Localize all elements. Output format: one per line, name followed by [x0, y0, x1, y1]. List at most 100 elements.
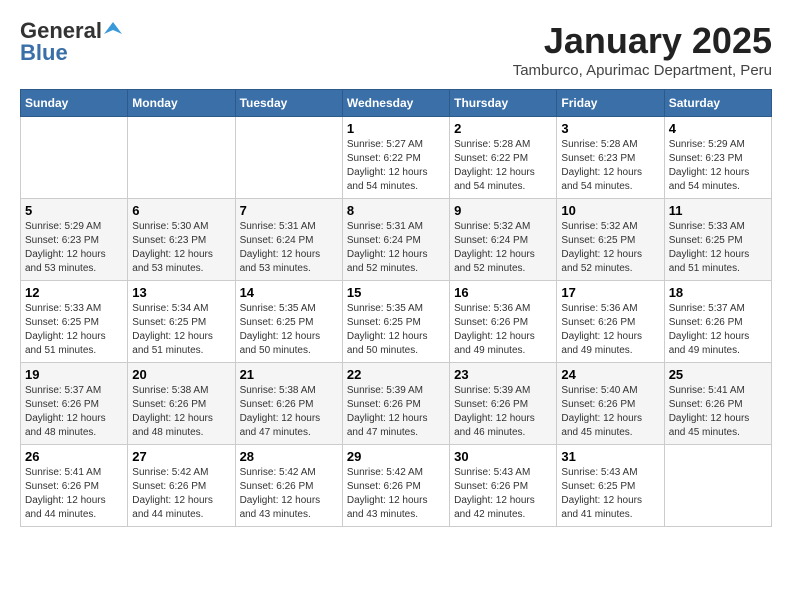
day-number: 15: [347, 285, 445, 300]
day-number: 4: [669, 121, 767, 136]
day-number: 13: [132, 285, 230, 300]
day-number: 18: [669, 285, 767, 300]
day-number: 29: [347, 449, 445, 464]
col-friday: Friday: [557, 90, 664, 117]
day-number: 31: [561, 449, 659, 464]
col-tuesday: Tuesday: [235, 90, 342, 117]
calendar-week-row: 26 Sunrise: 5:41 AM Sunset: 6:26 PM Dayli…: [21, 445, 772, 527]
day-number: 12: [25, 285, 123, 300]
calendar-week-row: 5 Sunrise: 5:29 AM Sunset: 6:23 PM Daylig…: [21, 199, 772, 281]
day-info: Sunrise: 5:37 AM Sunset: 6:26 PM Dayligh…: [25, 384, 123, 440]
day-info: Sunrise: 5:42 AM Sunset: 6:26 PM Dayligh…: [347, 466, 445, 522]
logo-bird-icon: [104, 20, 122, 38]
table-row: 5 Sunrise: 5:29 AM Sunset: 6:23 PM Daylig…: [21, 199, 128, 281]
day-number: 11: [669, 203, 767, 218]
day-info: Sunrise: 5:29 AM Sunset: 6:23 PM Dayligh…: [25, 220, 123, 276]
day-info: Sunrise: 5:42 AM Sunset: 6:26 PM Dayligh…: [240, 466, 338, 522]
table-row: 8 Sunrise: 5:31 AM Sunset: 6:24 PM Daylig…: [342, 199, 449, 281]
calendar-week-row: 19 Sunrise: 5:37 AM Sunset: 6:26 PM Dayli…: [21, 363, 772, 445]
table-row: 1Sunrise: 5:27 AM Sunset: 6:22 PM Daylig…: [342, 117, 449, 199]
table-row: 19 Sunrise: 5:37 AM Sunset: 6:26 PM Dayli…: [21, 363, 128, 445]
table-row: 3 Sunrise: 5:28 AM Sunset: 6:23 PM Daylig…: [557, 117, 664, 199]
col-monday: Monday: [128, 90, 235, 117]
table-row: 12Sunrise: 5:33 AM Sunset: 6:25 PM Dayli…: [21, 281, 128, 363]
day-number: 23: [454, 367, 552, 382]
day-number: 16: [454, 285, 552, 300]
day-info: Sunrise: 5:31 AM Sunset: 6:24 PM Dayligh…: [347, 220, 445, 276]
col-sunday: Sunday: [21, 90, 128, 117]
day-number: 14: [240, 285, 338, 300]
logo-blue-text: Blue: [20, 42, 122, 64]
table-row: 23 Sunrise: 5:39 AM Sunset: 6:26 PM Dayli…: [450, 363, 557, 445]
day-info: Sunrise: 5:35 AM Sunset: 6:25 PM Dayligh…: [347, 302, 445, 358]
table-row: 13 Sunrise: 5:34 AM Sunset: 6:25 PM Dayli…: [128, 281, 235, 363]
day-info: Sunrise: 5:28 AM Sunset: 6:23 PM Dayligh…: [561, 138, 659, 194]
day-info: Sunrise: 5:32 AM Sunset: 6:25 PM Dayligh…: [561, 220, 659, 276]
day-number: 2: [454, 121, 552, 136]
day-info: Sunrise: 5:27 AM Sunset: 6:22 PM Dayligh…: [347, 138, 445, 194]
day-number: 21: [240, 367, 338, 382]
day-number: 22: [347, 367, 445, 382]
day-info: Sunrise: 5:34 AM Sunset: 6:25 PM Dayligh…: [132, 302, 230, 358]
table-row: 27 Sunrise: 5:42 AM Sunset: 6:26 PM Dayli…: [128, 445, 235, 527]
day-number: 5: [25, 203, 123, 218]
day-info: Sunrise: 5:43 AM Sunset: 6:26 PM Dayligh…: [454, 466, 552, 522]
day-info: Sunrise: 5:32 AM Sunset: 6:24 PM Dayligh…: [454, 220, 552, 276]
day-info: Sunrise: 5:41 AM Sunset: 6:26 PM Dayligh…: [669, 384, 767, 440]
table-row: 16 Sunrise: 5:36 AM Sunset: 6:26 PM Dayli…: [450, 281, 557, 363]
day-number: 19: [25, 367, 123, 382]
day-info: Sunrise: 5:39 AM Sunset: 6:26 PM Dayligh…: [347, 384, 445, 440]
calendar-week-row: 12Sunrise: 5:33 AM Sunset: 6:25 PM Dayli…: [21, 281, 772, 363]
day-number: 20: [132, 367, 230, 382]
table-row: 15 Sunrise: 5:35 AM Sunset: 6:25 PM Dayli…: [342, 281, 449, 363]
logo: General Blue: [20, 20, 122, 64]
day-number: 9: [454, 203, 552, 218]
day-info: Sunrise: 5:28 AM Sunset: 6:22 PM Dayligh…: [454, 138, 552, 194]
table-row: 7 Sunrise: 5:31 AM Sunset: 6:24 PM Daylig…: [235, 199, 342, 281]
day-info: Sunrise: 5:31 AM Sunset: 6:24 PM Dayligh…: [240, 220, 338, 276]
table-row: 11 Sunrise: 5:33 AM Sunset: 6:25 PM Dayli…: [664, 199, 771, 281]
day-info: Sunrise: 5:41 AM Sunset: 6:26 PM Dayligh…: [25, 466, 123, 522]
day-number: 10: [561, 203, 659, 218]
day-info: Sunrise: 5:38 AM Sunset: 6:26 PM Dayligh…: [132, 384, 230, 440]
table-row: 28 Sunrise: 5:42 AM Sunset: 6:26 PM Dayli…: [235, 445, 342, 527]
day-info: Sunrise: 5:29 AM Sunset: 6:23 PM Dayligh…: [669, 138, 767, 194]
table-row: 25 Sunrise: 5:41 AM Sunset: 6:26 PM Dayli…: [664, 363, 771, 445]
day-number: 7: [240, 203, 338, 218]
day-number: 24: [561, 367, 659, 382]
table-row: 17Sunrise: 5:36 AM Sunset: 6:26 PM Dayli…: [557, 281, 664, 363]
table-row: 22 Sunrise: 5:39 AM Sunset: 6:26 PM Dayli…: [342, 363, 449, 445]
title-area: January 2025 Tamburco, Apurimac Departme…: [513, 20, 772, 79]
logo-general-text: General: [20, 20, 102, 42]
table-row: [664, 445, 771, 527]
day-info: Sunrise: 5:33 AM Sunset: 6:25 PM Dayligh…: [669, 220, 767, 276]
day-info: Sunrise: 5:39 AM Sunset: 6:26 PM Dayligh…: [454, 384, 552, 440]
day-number: 27: [132, 449, 230, 464]
day-info: Sunrise: 5:36 AM Sunset: 6:26 PM Dayligh…: [454, 302, 552, 358]
location-subtitle: Tamburco, Apurimac Department, Peru: [513, 62, 772, 79]
table-row: 29 Sunrise: 5:42 AM Sunset: 6:26 PM Dayli…: [342, 445, 449, 527]
col-wednesday: Wednesday: [342, 90, 449, 117]
table-row: 30 Sunrise: 5:43 AM Sunset: 6:26 PM Dayli…: [450, 445, 557, 527]
day-number: 28: [240, 449, 338, 464]
calendar-header-row: Sunday Monday Tuesday Wednesday Thursday…: [21, 90, 772, 117]
day-number: 26: [25, 449, 123, 464]
table-row: [21, 117, 128, 199]
day-info: Sunrise: 5:30 AM Sunset: 6:23 PM Dayligh…: [132, 220, 230, 276]
day-info: Sunrise: 5:42 AM Sunset: 6:26 PM Dayligh…: [132, 466, 230, 522]
col-saturday: Saturday: [664, 90, 771, 117]
day-number: 3: [561, 121, 659, 136]
month-title: January 2025: [513, 20, 772, 62]
table-row: 26 Sunrise: 5:41 AM Sunset: 6:26 PM Dayli…: [21, 445, 128, 527]
table-row: 14Sunrise: 5:35 AM Sunset: 6:25 PM Dayli…: [235, 281, 342, 363]
day-info: Sunrise: 5:43 AM Sunset: 6:25 PM Dayligh…: [561, 466, 659, 522]
day-info: Sunrise: 5:38 AM Sunset: 6:26 PM Dayligh…: [240, 384, 338, 440]
table-row: 2 Sunrise: 5:28 AM Sunset: 6:22 PM Daylig…: [450, 117, 557, 199]
col-thursday: Thursday: [450, 90, 557, 117]
header: General Blue January 2025 Tamburco, Apur…: [20, 20, 772, 79]
table-row: 31 Sunrise: 5:43 AM Sunset: 6:25 PM Dayli…: [557, 445, 664, 527]
day-number: 25: [669, 367, 767, 382]
day-number: 30: [454, 449, 552, 464]
table-row: 24Sunrise: 5:40 AM Sunset: 6:26 PM Dayli…: [557, 363, 664, 445]
day-number: 8: [347, 203, 445, 218]
